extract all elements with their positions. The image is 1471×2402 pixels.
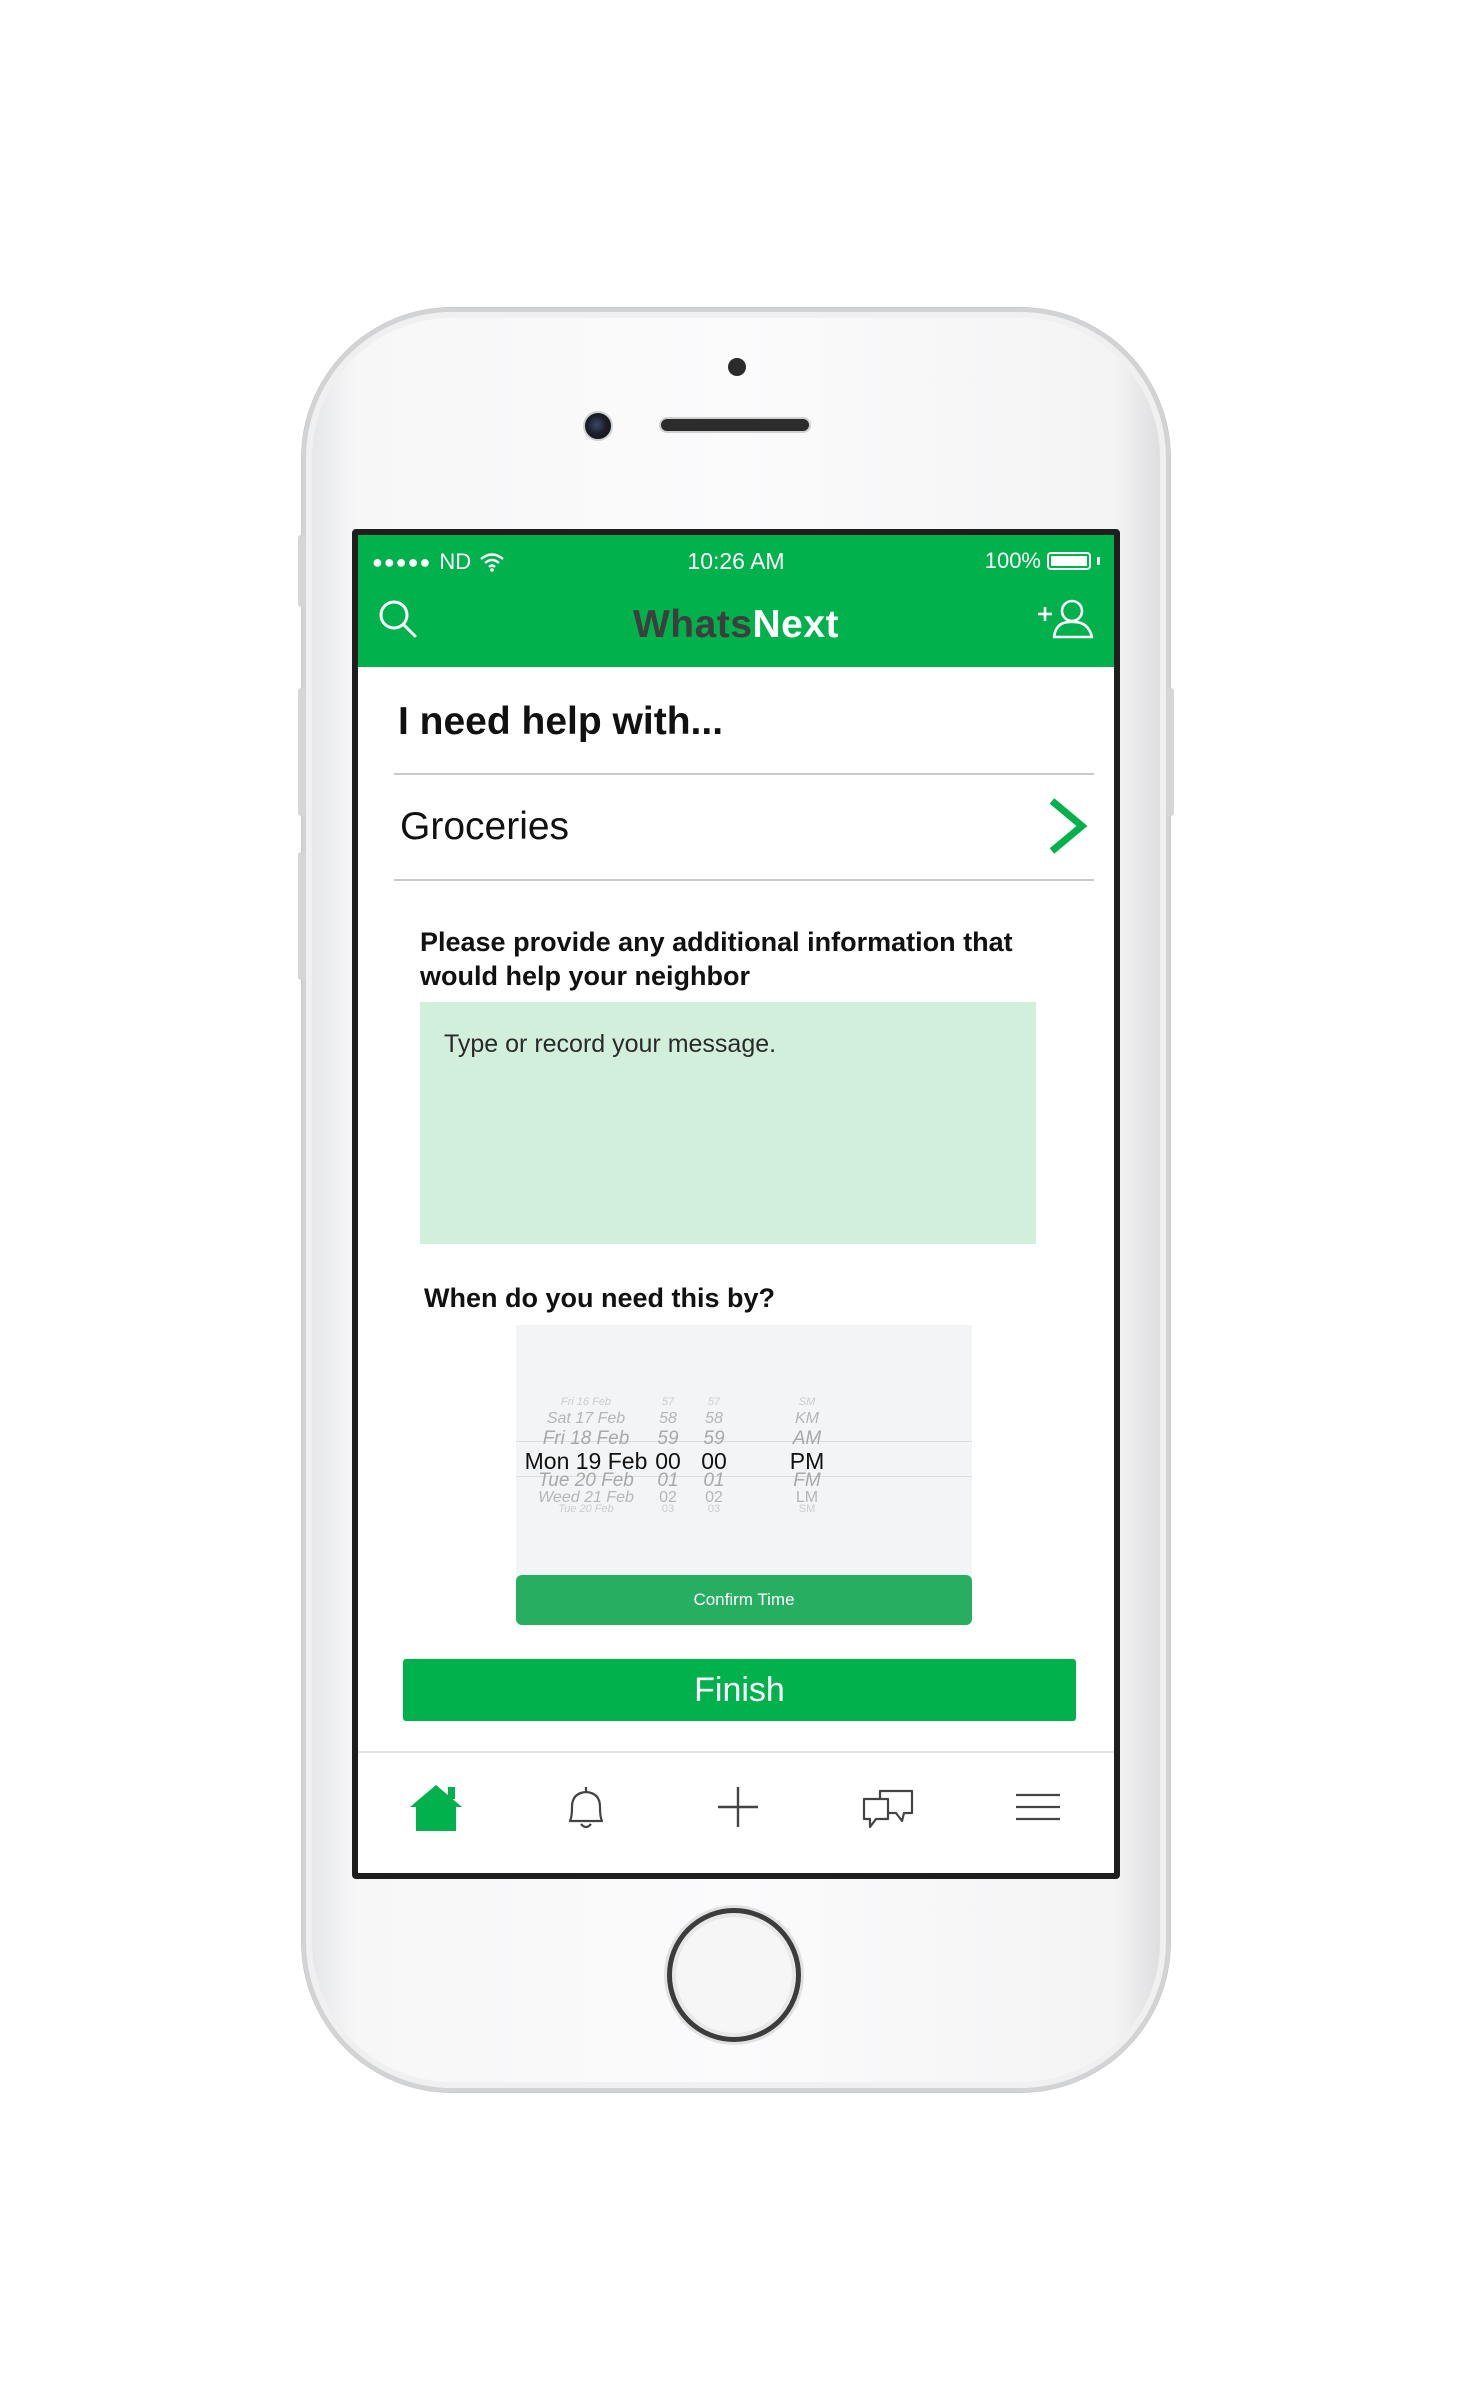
power-button [1166, 688, 1174, 816]
picker-minutes-item[interactable]: 03 [694, 1503, 734, 1515]
picker-date-column[interactable]: Fri 16 Feb Sat 17 Feb Fri 18 Feb Mon 19 Feb… [516, 1325, 656, 1579]
category-selector[interactable]: Groceries [394, 775, 1094, 879]
mute-switch [298, 535, 306, 607]
battery-tip [1097, 557, 1100, 565]
brand-whats: Whats [632, 603, 753, 646]
confirm-time-button[interactable]: Confirm Time [516, 1575, 972, 1625]
battery-icon [1047, 552, 1091, 570]
picker-hours-item[interactable]: 03 [648, 1503, 688, 1515]
home-button[interactable] [667, 1908, 801, 2042]
picker-minutes-item[interactable]: 57 [694, 1396, 734, 1408]
plus-icon[interactable] [708, 1777, 768, 1837]
date-time-picker[interactable]: Fri 16 Feb Sat 17 Feb Fri 18 Feb Mon 19 Feb… [516, 1325, 972, 1579]
picker-ampm-item[interactable]: SM [782, 1503, 832, 1515]
menu-icon[interactable] [1008, 1777, 1068, 1837]
picker-hours-item[interactable]: 58 [648, 1410, 688, 1428]
earpiece-speaker [659, 417, 811, 433]
picker-hours-item[interactable]: 59 [648, 1428, 688, 1450]
add-user-icon[interactable] [1036, 597, 1096, 641]
picker-dates-item[interactable]: Tue 20 Feb [516, 1503, 656, 1515]
picker-hours-item[interactable]: 57 [648, 1396, 688, 1408]
home-icon[interactable] [406, 1777, 466, 1837]
status-right: 100% [985, 548, 1100, 574]
bell-icon[interactable] [556, 1777, 616, 1837]
picker-minutes-item[interactable]: 58 [694, 1410, 734, 1428]
proximity-sensor [728, 358, 746, 376]
category-label: Groceries [400, 805, 570, 848]
tab-bar [358, 1751, 1114, 1873]
volume-up-button [298, 688, 306, 816]
page-heading: I need help with... [398, 700, 724, 743]
app-screen: ●●●●● ND 10:26 AM 100% WhatsNext I need … [352, 529, 1120, 1879]
picker-ampm-item[interactable]: KM [782, 1410, 832, 1428]
picker-ampm-item[interactable]: AM [782, 1428, 832, 1450]
finish-button[interactable]: Finish [403, 1659, 1076, 1721]
volume-down-button [298, 852, 306, 980]
nav-bar: WhatsNext [358, 587, 1114, 667]
picker-hour-column[interactable]: 57 58 59 00 01 02 03 [648, 1325, 688, 1579]
picker-ampm-item[interactable]: SM [782, 1396, 832, 1408]
picker-dates-item[interactable]: Fri 16 Feb [516, 1396, 656, 1408]
picker-dates-item[interactable]: Fri 18 Feb [516, 1428, 656, 1450]
picker-dates-item[interactable]: Sat 17 Feb [516, 1410, 656, 1428]
battery-percent: 100% [984, 548, 1041, 573]
app-brand: WhatsNext [358, 603, 1114, 647]
additional-info-label: Please provide any additional informatio… [420, 927, 1013, 991]
picker-ampm-column[interactable]: SM KM AM PM FM LM SM [782, 1325, 832, 1579]
picker-minute-column[interactable]: 57 58 59 00 01 02 03 [694, 1325, 734, 1579]
front-camera [583, 411, 613, 441]
chat-icon[interactable] [858, 1777, 918, 1837]
message-input[interactable] [420, 1002, 1036, 1244]
status-bar: ●●●●● ND 10:26 AM 100% [358, 535, 1114, 587]
chevron-right-icon [1049, 798, 1088, 854]
picker-minutes-item[interactable]: 59 [694, 1428, 734, 1450]
deadline-label: When do you need this by? [424, 1283, 775, 1313]
divider-bottom [394, 879, 1094, 881]
brand-next: Next [752, 603, 840, 646]
